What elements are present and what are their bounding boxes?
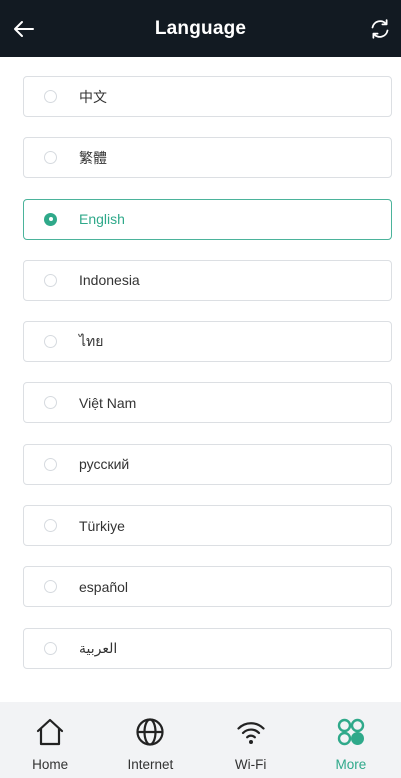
language-option-chinese-simplified[interactable]: 中文 bbox=[23, 76, 392, 117]
more-icon bbox=[337, 718, 365, 746]
tab-internet[interactable]: Internet bbox=[100, 702, 200, 778]
radio-button[interactable] bbox=[44, 580, 57, 594]
language-label: Việt Nam bbox=[79, 394, 137, 411]
home-icon bbox=[37, 718, 64, 746]
language-label: ไทย bbox=[79, 332, 104, 349]
language-label: español bbox=[79, 578, 129, 595]
page-title: Language bbox=[154, 17, 247, 39]
tab-home[interactable]: Home bbox=[0, 702, 100, 778]
radio-button[interactable] bbox=[44, 90, 57, 103]
language-option-arabic[interactable]: العربية bbox=[23, 627, 392, 669]
tab-more[interactable]: More bbox=[301, 702, 401, 778]
language-option-thai[interactable]: ไทย bbox=[23, 321, 392, 363]
language-option-indonesian[interactable]: Indonesia bbox=[23, 259, 392, 301]
globe-icon bbox=[136, 718, 164, 746]
radio-button-selected[interactable] bbox=[44, 212, 57, 226]
language-label: 中文 bbox=[79, 88, 107, 105]
wifi-icon bbox=[237, 722, 265, 744]
tab-label: Wi-Fi bbox=[234, 757, 267, 772]
refresh-icon[interactable] bbox=[368, 17, 392, 41]
language-option-spanish[interactable]: español bbox=[23, 566, 392, 608]
radio-button[interactable] bbox=[44, 396, 57, 410]
language-option-russian[interactable]: русский bbox=[23, 443, 392, 485]
language-label: العربية bbox=[79, 639, 118, 656]
language-list: 中文 繁體 English Indonesia ไทย Việt Nam рус… bbox=[23, 76, 392, 689]
radio-button[interactable] bbox=[44, 519, 57, 533]
tab-label: More bbox=[335, 757, 367, 772]
language-option-vietnamese[interactable]: Việt Nam bbox=[23, 382, 392, 424]
header-bar: Language bbox=[0, 0, 401, 57]
radio-button[interactable] bbox=[44, 641, 57, 655]
tab-wifi[interactable]: Wi-Fi bbox=[201, 702, 301, 778]
tab-label: Internet bbox=[127, 757, 174, 772]
language-label: Indonesia bbox=[79, 272, 140, 289]
radio-button[interactable] bbox=[44, 273, 57, 287]
arrow-left-icon[interactable] bbox=[11, 16, 37, 42]
radio-button[interactable] bbox=[44, 457, 57, 471]
language-label: русский bbox=[79, 456, 130, 473]
language-label: English bbox=[79, 211, 125, 228]
radio-button[interactable] bbox=[44, 335, 57, 349]
language-option-english[interactable]: English bbox=[23, 198, 392, 240]
radio-button[interactable] bbox=[44, 151, 57, 165]
bottom-tab-bar: Home Internet Wi-Fi More bbox=[0, 702, 401, 778]
language-label: 繁體 bbox=[79, 149, 107, 166]
language-label: Türkiye bbox=[79, 517, 125, 534]
language-option-chinese-traditional[interactable]: 繁體 bbox=[23, 137, 392, 179]
tab-label: Home bbox=[32, 757, 69, 772]
language-option-turkish[interactable]: Türkiye bbox=[23, 505, 392, 547]
